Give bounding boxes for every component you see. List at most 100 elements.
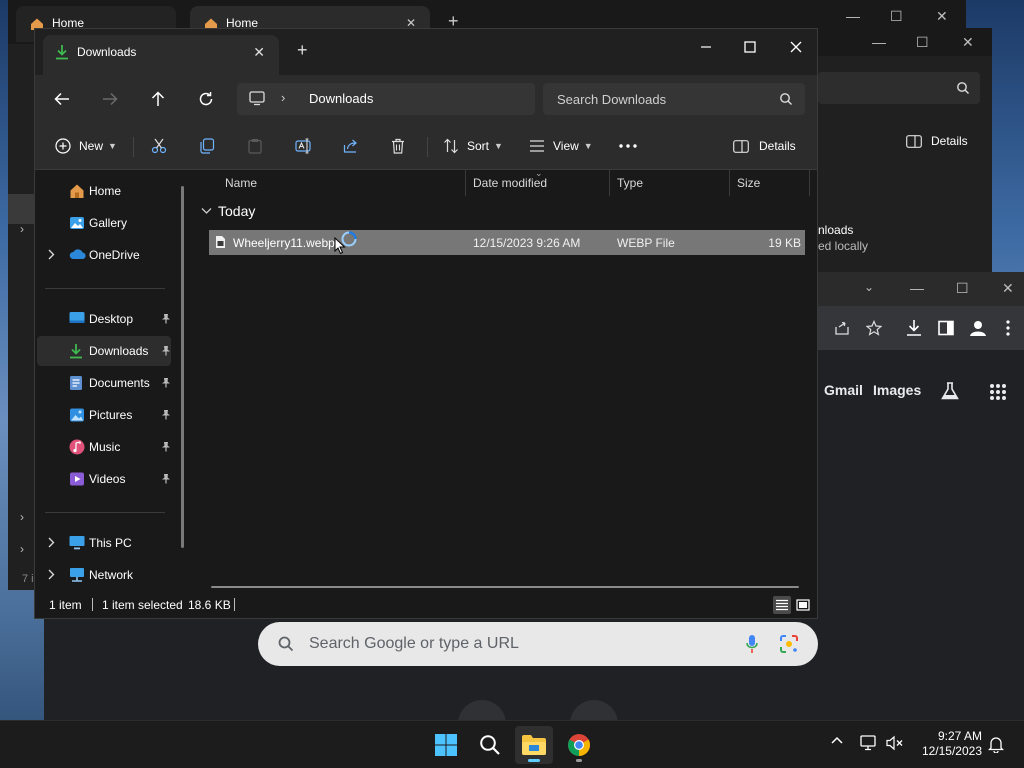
copy-button[interactable] (199, 133, 215, 159)
chevron-up-icon[interactable] (830, 735, 844, 745)
maximize-icon[interactable]: ☐ (890, 8, 903, 25)
clock[interactable]: 9:27 AM 12/15/2023 (922, 729, 982, 759)
notification-bell-icon[interactable] (988, 736, 1004, 753)
sidebar-scrollbar[interactable] (181, 186, 184, 548)
minimize-icon[interactable]: — (872, 34, 886, 50)
onedrive-cloud-icon (69, 247, 87, 261)
sidebar-item-music[interactable]: Music (37, 432, 171, 462)
pin-icon[interactable] (161, 441, 171, 452)
column-header-date[interactable]: Date modified (473, 176, 547, 190)
kebab-menu-icon[interactable] (1006, 320, 1010, 336)
column-divider[interactable] (465, 170, 466, 196)
gmail-link[interactable]: Gmail (824, 382, 863, 398)
taskbar-search-button[interactable] (471, 726, 509, 764)
column-header-size[interactable]: Size (737, 176, 760, 190)
chevron-right-icon[interactable]: › (20, 510, 24, 524)
sidebar-item-downloads[interactable]: Downloads (37, 336, 171, 366)
minimize-icon[interactable]: — (910, 280, 924, 296)
tab-downloads[interactable]: Downloads ✕ (43, 35, 279, 75)
chevron-right-icon[interactable] (47, 569, 55, 580)
delete-button[interactable] (391, 133, 405, 159)
more-options-button[interactable] (619, 133, 637, 159)
address-bar[interactable]: › Downloads (237, 83, 535, 115)
column-divider[interactable] (729, 170, 730, 196)
pin-icon[interactable] (161, 313, 171, 324)
star-icon[interactable] (866, 320, 882, 336)
refresh-button[interactable] (191, 84, 221, 114)
sidebar-item-this-pc[interactable]: This PC (37, 528, 171, 558)
pin-icon[interactable] (161, 345, 171, 356)
up-button[interactable] (143, 84, 173, 114)
maximize-icon[interactable]: ☐ (956, 280, 969, 297)
pin-icon[interactable] (161, 473, 171, 484)
microphone-icon[interactable] (746, 634, 758, 654)
google-lens-icon[interactable] (780, 635, 798, 653)
view-button[interactable]: View ▼ (529, 133, 593, 159)
start-button[interactable] (427, 726, 465, 764)
chevron-right-icon[interactable] (47, 249, 55, 260)
search-input[interactable]: Search Downloads (543, 83, 805, 115)
side-panel-icon[interactable] (938, 320, 954, 336)
chevron-down-icon[interactable]: ⌄ (864, 280, 874, 294)
sidebar-item-onedrive[interactable]: OneDrive (37, 240, 171, 270)
breadcrumb-downloads[interactable]: Downloads (309, 91, 373, 106)
new-tab-icon[interactable]: + (297, 41, 308, 59)
paste-button[interactable] (247, 133, 263, 159)
pin-icon[interactable] (161, 377, 171, 388)
column-divider[interactable] (809, 170, 810, 196)
maximize-button[interactable] (727, 34, 773, 60)
rename-button[interactable] (295, 133, 313, 159)
chevron-right-icon[interactable]: › (20, 542, 24, 556)
volume-muted-icon[interactable] (886, 735, 904, 751)
sidebar-item-gallery[interactable]: Gallery (37, 208, 171, 238)
maximize-icon[interactable]: ☐ (916, 34, 929, 51)
labs-flask-icon[interactable] (940, 381, 960, 401)
background-details-label[interactable]: Details (931, 134, 968, 148)
cut-button[interactable] (151, 133, 167, 159)
share-button[interactable] (343, 133, 359, 159)
details-view-button[interactable] (773, 596, 791, 614)
forward-button[interactable] (95, 84, 125, 114)
column-divider[interactable] (609, 170, 610, 196)
close-icon[interactable]: ✕ (1002, 280, 1014, 297)
pin-icon[interactable] (161, 409, 171, 420)
column-header-type[interactable]: Type (617, 176, 643, 190)
google-search-box[interactable]: Search Google or type a URL (258, 622, 818, 666)
sidebar-item-documents[interactable]: Documents (37, 368, 171, 398)
network-status-icon[interactable] (860, 735, 878, 751)
apps-grid-icon[interactable] (989, 383, 1007, 401)
windows-logo-icon (435, 734, 457, 756)
group-header-today[interactable]: Today (201, 203, 255, 219)
chevron-right-icon[interactable]: › (20, 222, 24, 236)
file-row[interactable]: Wheeljerry11.webp 12/15/2023 9:26 AM WEB… (209, 230, 805, 255)
minimize-button[interactable] (683, 34, 729, 60)
close-icon[interactable]: ✕ (962, 34, 974, 51)
taskbar-chrome[interactable] (560, 726, 598, 764)
sidebar-item-network[interactable]: Network (37, 560, 171, 590)
chevron-right-icon[interactable] (47, 537, 55, 548)
new-button[interactable]: New ▼ (55, 133, 117, 159)
close-icon[interactable]: ✕ (936, 8, 948, 25)
background-search-box[interactable] (818, 72, 980, 104)
tiles-view-button[interactable] (794, 596, 812, 614)
close-button[interactable] (773, 34, 819, 60)
share-icon[interactable] (834, 320, 850, 336)
sort-button[interactable]: Sort ▼ (443, 133, 503, 159)
sidebar-item-videos[interactable]: Videos (37, 464, 171, 494)
profile-icon[interactable] (968, 318, 988, 338)
sidebar-item-pictures[interactable]: Pictures (37, 400, 171, 430)
column-header-name[interactable]: Name (225, 176, 257, 190)
back-button[interactable] (47, 84, 77, 114)
arrow-up-icon (151, 91, 165, 106)
minimize-icon[interactable]: — (846, 8, 860, 24)
horizontal-scrollbar[interactable] (211, 586, 799, 588)
close-tab-icon[interactable]: ✕ (253, 44, 265, 61)
download-icon[interactable] (906, 319, 922, 337)
images-link[interactable]: Images (873, 382, 921, 398)
taskbar-file-explorer[interactable] (515, 726, 553, 764)
breadcrumb-chevron-icon[interactable]: › (281, 90, 285, 105)
details-pane-button[interactable]: Details (733, 133, 796, 159)
copy-icon (200, 138, 215, 154)
sidebar-item-home[interactable]: Home (37, 176, 171, 206)
sidebar-item-desktop[interactable]: Desktop (37, 304, 171, 334)
